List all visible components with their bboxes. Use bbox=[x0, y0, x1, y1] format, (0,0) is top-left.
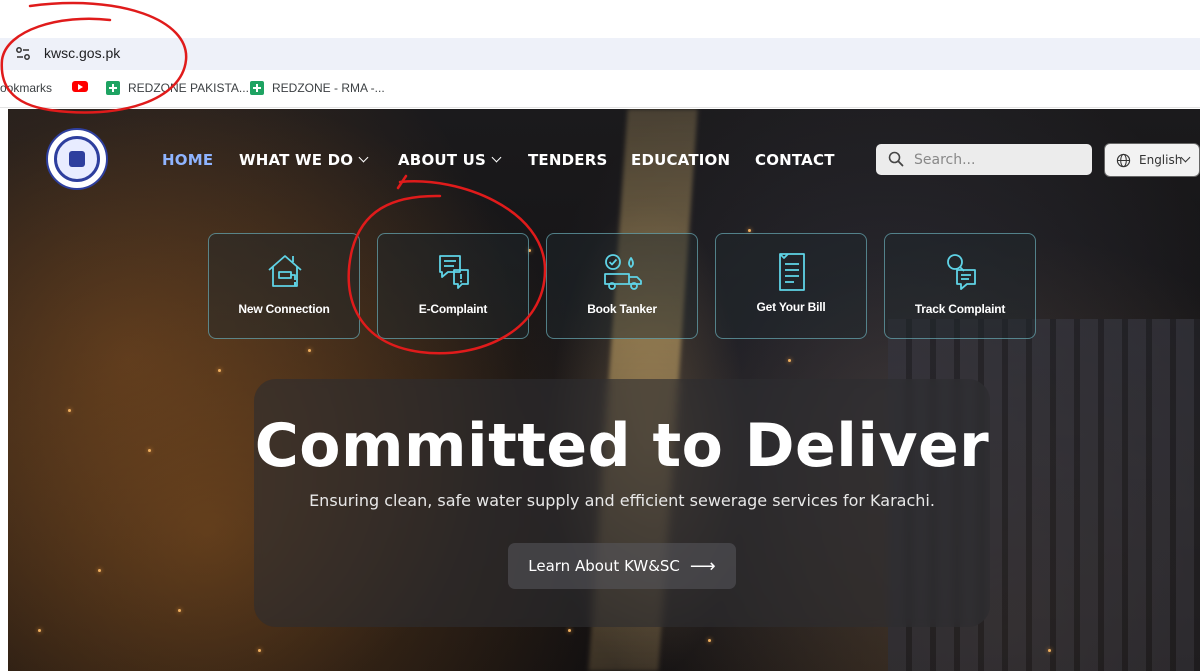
url-text[interactable]: kwsc.gos.pk bbox=[44, 45, 120, 61]
nav-label: ABOUT US bbox=[398, 151, 487, 169]
bookmark-youtube[interactable] bbox=[72, 81, 88, 92]
globe-icon bbox=[1116, 153, 1131, 168]
chevron-down-icon bbox=[491, 152, 502, 162]
search-icon[interactable] bbox=[888, 151, 904, 167]
nav-label: CONTACT bbox=[755, 151, 835, 169]
nav-label: TENDERS bbox=[528, 151, 608, 169]
kwsc-logo[interactable] bbox=[46, 128, 108, 190]
language-label: English bbox=[1139, 153, 1183, 167]
arrow-right-icon: ⟶ bbox=[689, 555, 716, 577]
service-card-label: Book Tanker bbox=[587, 302, 657, 316]
tanker-truck-icon bbox=[604, 254, 642, 290]
hero-subtitle: Ensuring clean, safe water supply and ef… bbox=[309, 491, 935, 510]
hero-title: Committed to Deliver bbox=[254, 411, 990, 481]
service-card-get-your-bill[interactable]: Get Your Bill bbox=[715, 233, 867, 339]
service-card-label: New Connection bbox=[238, 302, 330, 316]
learn-about-button[interactable]: Learn About KW&SC ⟶ bbox=[508, 543, 736, 589]
sheets-icon bbox=[250, 81, 264, 95]
nav-what-we-do[interactable]: WHAT WE DO bbox=[239, 151, 369, 169]
service-card-label: Get Your Bill bbox=[756, 300, 826, 314]
nav-label: EDUCATION bbox=[631, 151, 731, 169]
nav-contact[interactable]: CONTACT bbox=[755, 151, 835, 169]
nav-label: WHAT WE DO bbox=[239, 151, 354, 169]
service-card-new-connection[interactable]: New Connection bbox=[208, 233, 360, 339]
nav-label: HOME bbox=[162, 151, 214, 169]
bookmark-label: ookmarks bbox=[0, 81, 53, 95]
service-card-label: Track Complaint bbox=[914, 302, 1006, 316]
search-box[interactable] bbox=[876, 144, 1092, 175]
nav-about-us[interactable]: ABOUT US bbox=[398, 151, 502, 169]
website-viewport: HOME WHAT WE DO ABOUT US TENDERS EDUCATI… bbox=[8, 109, 1200, 671]
service-card-track-complaint[interactable]: Track Complaint bbox=[884, 233, 1036, 339]
complaint-chat-icon bbox=[439, 255, 469, 289]
language-selector[interactable]: English bbox=[1104, 143, 1200, 177]
hero-panel: Committed to Deliver Ensuring clean, saf… bbox=[254, 379, 990, 627]
search-input[interactable] bbox=[914, 144, 1084, 175]
service-card-label: E-Complaint bbox=[418, 302, 488, 316]
site-info-icon[interactable] bbox=[14, 45, 32, 63]
bookmark-label: REDZONE PAKISTA... bbox=[128, 81, 249, 95]
address-bar[interactable]: kwsc.gos.pk bbox=[0, 38, 1200, 70]
bookmark-redzone-pakistan[interactable]: REDZONE PAKISTA... bbox=[106, 81, 249, 95]
nav-tenders[interactable]: TENDERS bbox=[528, 151, 607, 169]
track-search-icon bbox=[947, 254, 976, 290]
bill-document-icon bbox=[779, 253, 805, 291]
bookmark-redzone-rma[interactable]: REDZONE - RMA -... bbox=[250, 81, 385, 95]
browser-tab-strip bbox=[0, 0, 1200, 38]
logo-emblem bbox=[54, 136, 100, 182]
service-card-book-tanker[interactable]: Book Tanker bbox=[546, 233, 698, 339]
nav-education[interactable]: EDUCATION bbox=[631, 151, 730, 169]
service-card-e-complaint[interactable]: E-Complaint bbox=[377, 233, 529, 339]
chevron-down-icon bbox=[358, 152, 369, 162]
house-tap-icon bbox=[268, 255, 302, 287]
bookmarks-bar: ookmarks REDZONE PAKISTA... REDZONE - RM… bbox=[0, 70, 1200, 108]
learn-about-label: Learn About KW&SC bbox=[528, 557, 680, 575]
bookmark-item[interactable]: ookmarks bbox=[0, 81, 52, 95]
youtube-icon bbox=[72, 81, 88, 92]
sheets-icon bbox=[106, 81, 120, 95]
nav-home[interactable]: HOME bbox=[162, 151, 213, 169]
bookmark-label: REDZONE - RMA -... bbox=[272, 81, 385, 95]
